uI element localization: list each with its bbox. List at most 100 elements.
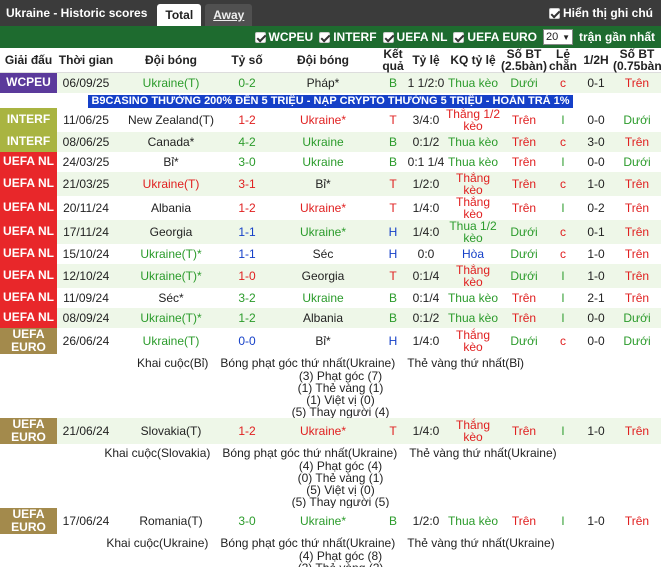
half-time-score: 3-0 [579,131,613,152]
away-team[interactable]: Séc [267,243,379,264]
away-team[interactable]: Ukraine [267,287,379,308]
league-badge: INTERF [0,107,57,132]
detail-stat-line: (4) Phạt góc (8) [298,548,383,563]
half-time-score: 0-1 [579,72,613,93]
home-team[interactable]: Georgia [115,219,227,244]
home-team[interactable]: New Zealand(T) [115,107,227,132]
detail-stat-line: (2) Thẻ vàng (2) [0,562,661,567]
table-row[interactable]: UEFA NL 08/09/24 Ukraine(T)* 1-2 Albania B 0:1… [0,307,661,328]
home-team[interactable]: Ukraine(T)* [115,307,227,328]
promo-banner-row[interactable]: B9CASINO THƯỞNG 200% ĐẾN 5 TRIỆU - NẠP C… [0,92,661,108]
away-team[interactable]: Bỉ* [267,327,379,354]
match-date: 21/03/25 [57,171,115,196]
filter-wcpeu[interactable]: WCPEU [254,30,313,44]
show-notes-toggle[interactable]: Hiển thị ghi chú [549,6,653,20]
checkbox-icon[interactable] [453,31,465,43]
home-team[interactable]: Albania [115,195,227,220]
detail-kickoff: Khai cuộc(Ukraine) [106,535,209,550]
over-under-075: Trên [613,243,661,264]
table-row[interactable]: INTERF 11/06/25 New Zealand(T) 1-2 Ukraine* T… [0,107,661,132]
table-row[interactable]: UEFA NL 12/10/24 Ukraine(T)* 1-0 Georgia T 0:1… [0,263,661,288]
tab-total[interactable]: Total [157,4,202,26]
league-badge: UEFA NL [0,287,57,308]
home-team[interactable]: Ukraine(T) [115,72,227,93]
table-row[interactable]: UEFA NL 15/10/24 Ukraine(T)* 1-1 Séc H 0:0 Hòa D… [0,243,661,264]
match-count-suffix: trận gần nhất [578,30,655,44]
away-team[interactable]: Ukraine* [267,195,379,220]
filter-uefa-nl[interactable]: UEFA NL [382,30,448,44]
away-team[interactable]: Albania [267,307,379,328]
checkbox-icon[interactable] [549,7,560,19]
filter-interf[interactable]: INTERF [319,30,377,44]
home-team[interactable]: Ukraine(T) [115,327,227,354]
home-team[interactable]: Ukraine(T) [115,171,227,196]
home-team[interactable]: Slovakia(T) [115,417,227,444]
odds: 0:1/4 [407,263,445,288]
home-team[interactable]: Canada* [115,131,227,152]
table-row[interactable]: UEFA EURO 26/06/24 Ukraine(T) 0-0 Bỉ* H 1/4:0 T… [0,327,661,354]
half-time-score: 2-1 [579,287,613,308]
odds: 1/4:0 [407,195,445,220]
detail-first-yellow: Thẻ vàng thứ nhất(Ukraine) [409,445,557,460]
match-count-select[interactable]: 20 ▼ [542,29,573,45]
odds: 1/2:0 [407,507,445,534]
over-under-075: Trên [613,219,661,244]
table-row[interactable]: UEFA EURO 17/06/24 Romania(T) 3-0 Ukraine* B 1… [0,507,661,534]
col-half: 1/2H [579,48,613,73]
filter-uefa-euro[interactable]: UEFA EURO [453,30,537,44]
home-team[interactable]: Ukraine(T)* [115,243,227,264]
match-date: 17/06/24 [57,507,115,534]
league-badge: UEFA NL [0,195,57,220]
away-team[interactable]: Ukraine* [267,107,379,132]
col-league: Giải đấu [0,48,57,73]
odd-even: l [547,507,579,534]
away-team[interactable]: Ukraine* [267,507,379,534]
checkbox-icon[interactable] [319,31,331,43]
match-date: 26/06/24 [57,327,115,354]
home-team[interactable]: Séc* [115,287,227,308]
match-detail-row: Khai cuộc(Bỉ) Bóng phạt góc thứ nhất(Ukra… [0,353,661,418]
over-under-25: Trên [501,171,547,196]
home-team[interactable]: Bỉ* [115,151,227,172]
promo-banner[interactable]: B9CASINO THƯỞNG 200% ĐẾN 5 TRIỆU - NẠP C… [0,92,661,108]
odds-result: Thua 1/2 kèo [445,219,501,244]
odd-even: l [547,287,579,308]
odds: 0:1 1/4 [407,151,445,172]
table-row[interactable]: UEFA EURO 21/06/24 Slovakia(T) 1-2 Ukraine* T… [0,417,661,444]
table-row[interactable]: UEFA NL 21/03/25 Ukraine(T) 3-1 Bỉ* T 1/2:0 Thắ… [0,171,661,196]
odds-result: Thua kèo [445,307,501,328]
away-team[interactable]: Georgia [267,263,379,288]
half-time-score: 0-0 [579,107,613,132]
promo-banner-text[interactable]: B9CASINO THƯỞNG 200% ĐẾN 5 TRIỆU - NẠP C… [88,94,573,108]
table-row[interactable]: WCPEU 06/09/25 Ukraine(T) 0-2 Pháp* B 1 1/2:0 T… [0,72,661,93]
table-row[interactable]: UEFA NL 11/09/24 Séc* 3-2 Ukraine B 0:1/4 Thua … [0,287,661,308]
tab-away[interactable]: Away [205,4,253,26]
league-badge: UEFA NL [0,219,57,244]
score: 1-0 [227,263,267,288]
away-team[interactable]: Ukraine* [267,417,379,444]
away-team[interactable]: Bỉ* [267,171,379,196]
col-away: Đội bóng [267,48,379,73]
table-row[interactable]: INTERF 08/06/25 Canada* 4-2 Ukraine B 0:1/2 Thu… [0,131,661,152]
checkbox-icon[interactable] [382,31,394,43]
away-team[interactable]: Ukraine [267,151,379,172]
result: B [379,151,407,172]
filter-label: UEFA NL [396,30,448,44]
match-detail: Khai cuộc(Bỉ) Bóng phạt góc thứ nhất(Ukra… [0,353,661,418]
score: 1-1 [227,219,267,244]
home-team[interactable]: Ukraine(T)* [115,263,227,288]
table-row[interactable]: UEFA NL 24/03/25 Bỉ* 3-0 Ukraine B 0:1 1/4 Thua… [0,151,661,172]
table-row[interactable]: UEFA NL 17/11/24 Georgia 1-1 Ukraine* H 1/4:0 T… [0,219,661,244]
col-home: Đội bóng [115,48,227,73]
score: 1-2 [227,107,267,132]
checkbox-icon[interactable] [254,31,266,43]
table-row[interactable]: UEFA NL 20/11/24 Albania 1-2 Ukraine* T 1/4:0 T… [0,195,661,220]
odd-even: c [547,131,579,152]
away-team[interactable]: Ukraine* [267,219,379,244]
away-team[interactable]: Ukraine [267,131,379,152]
odd-even: c [547,171,579,196]
league-badge: UEFA NL [0,263,57,288]
away-team[interactable]: Pháp* [267,72,379,93]
home-team[interactable]: Romania(T) [115,507,227,534]
page-title: Ukraine - Historic scores [6,6,148,20]
